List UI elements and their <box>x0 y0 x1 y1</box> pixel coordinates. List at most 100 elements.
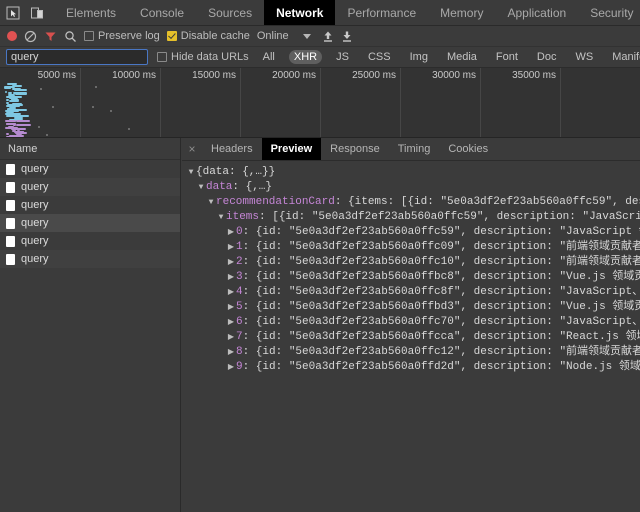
disclosure-collapsed-icon[interactable]: ▶ <box>226 345 236 360</box>
overview-request-bar <box>8 134 23 137</box>
overview-request-dot <box>128 128 130 130</box>
export-har-icon[interactable] <box>341 30 353 43</box>
preserve-log-box[interactable] <box>84 31 94 41</box>
close-icon[interactable]: × <box>182 138 202 160</box>
filter-type-media[interactable]: Media <box>442 50 482 64</box>
tab-performance[interactable]: Performance <box>335 0 428 25</box>
search-icon[interactable] <box>64 30 77 43</box>
json-tree-row[interactable]: ▶ 8: {id: "5e0a3df2ef23ab560a0ffc12", des… <box>182 345 640 360</box>
overview-gridline <box>160 68 161 137</box>
request-list-header[interactable]: Name <box>0 138 180 160</box>
overview-tick-label: 35000 ms <box>512 70 556 81</box>
tab-bar-icons <box>0 0 50 25</box>
overview-request-dot <box>95 86 97 88</box>
tab-console[interactable]: Console <box>128 0 196 25</box>
overview-request-bar <box>14 93 28 95</box>
overview-gridline <box>320 68 321 137</box>
preserve-log-checkbox[interactable]: Preserve log <box>84 30 160 42</box>
tab-preview[interactable]: Preview <box>261 138 322 160</box>
tab-headers[interactable]: Headers <box>202 138 262 160</box>
disclosure-collapsed-icon[interactable]: ▶ <box>226 285 236 300</box>
filter-type-doc[interactable]: Doc <box>532 50 562 64</box>
json-tree-text: 6: {id: "5e0a3df2ef23ab560a0ffc70", desc… <box>236 316 640 328</box>
overview-request-dot <box>40 88 42 90</box>
disable-cache-checkbox[interactable]: Disable cache <box>166 30 250 42</box>
disclosure-collapsed-icon[interactable]: ▶ <box>226 315 236 330</box>
filter-type-css[interactable]: CSS <box>363 50 396 64</box>
filter-type-manifest[interactable]: Manifest <box>607 50 640 64</box>
tab-timing[interactable]: Timing <box>389 138 440 160</box>
json-tree-row[interactable]: ▼ recommendationCard: {items: [{id: "5e0a… <box>182 195 640 210</box>
filter-type-xhr[interactable]: XHR <box>288 50 323 64</box>
json-preview-tree[interactable]: ▼ {data: {,…}} ▼ data: {,…} ▼ recommendationC… <box>182 161 640 512</box>
filter-type-all[interactable]: All <box>258 50 280 64</box>
disclosure-expanded-icon[interactable]: ▼ <box>196 180 206 195</box>
table-row[interactable]: query <box>0 232 180 250</box>
tab-security[interactable]: Security <box>578 0 640 25</box>
table-row[interactable]: query <box>0 250 180 268</box>
tab-response[interactable]: Response <box>321 138 389 160</box>
json-tree-row[interactable]: ▶ 3: {id: "5e0a3df2ef23ab560a0ffbc8", des… <box>182 270 640 285</box>
disclosure-collapsed-icon[interactable]: ▶ <box>226 330 236 345</box>
inspect-element-icon[interactable] <box>4 4 22 22</box>
tab-cookies[interactable]: Cookies <box>439 138 497 160</box>
record-icon[interactable] <box>7 31 17 41</box>
disclosure-expanded-icon[interactable]: ▼ <box>206 195 216 210</box>
json-tree-text: 8: {id: "5e0a3df2ef23ab560a0ffc12", desc… <box>236 346 640 358</box>
json-tree-row[interactable]: ▶ 4: {id: "5e0a3df2ef23ab560a0ffc8f", des… <box>182 285 640 300</box>
json-tree-row[interactable]: ▶ 0: {id: "5e0a3df2ef23ab560a0ffc59", des… <box>182 225 640 240</box>
json-tree-row[interactable]: ▶ 9: {id: "5e0a3df2ef23ab560a0ffd2d", des… <box>182 360 640 375</box>
disclosure-expanded-icon[interactable]: ▼ <box>216 210 226 225</box>
filter-input[interactable] <box>6 49 148 65</box>
table-row[interactable]: query <box>0 196 180 214</box>
disable-cache-box[interactable] <box>166 31 177 41</box>
disclosure-collapsed-icon[interactable]: ▶ <box>226 255 236 270</box>
overview-tick-label: 25000 ms <box>352 70 396 81</box>
clear-icon[interactable] <box>24 30 37 43</box>
tab-application[interactable]: Application <box>495 0 578 25</box>
filter-bar: Hide data URLs All XHR JS CSS Img Media … <box>0 47 640 68</box>
json-tree-row[interactable]: ▶ 1: {id: "5e0a3df2ef23ab560a0ffc09", des… <box>182 240 640 255</box>
disclosure-expanded-icon[interactable]: ▼ <box>186 165 196 180</box>
filter-type-js[interactable]: JS <box>331 50 354 64</box>
overview-tick-label: 15000 ms <box>192 70 236 81</box>
table-row[interactable]: query <box>0 178 180 196</box>
request-rows: query query query query query query <box>0 160 180 268</box>
hide-data-urls-checkbox[interactable]: Hide data URLs <box>157 51 249 63</box>
json-tree-row[interactable]: ▼ data: {,…} <box>182 180 640 195</box>
json-tree-row[interactable]: ▶ 2: {id: "5e0a3df2ef23ab560a0ffc10", des… <box>182 255 640 270</box>
disable-cache-label: Disable cache <box>180 30 250 42</box>
network-overview[interactable]: 5000 ms 10000 ms 15000 ms 20000 ms 25000 ms 3… <box>0 68 640 138</box>
overview-gridline <box>240 68 241 137</box>
disclosure-collapsed-icon[interactable]: ▶ <box>226 240 236 255</box>
tab-elements[interactable]: Elements <box>54 0 128 25</box>
document-icon <box>6 163 15 175</box>
tab-network[interactable]: Network <box>264 0 336 25</box>
filter-type-font[interactable]: Font <box>491 50 523 64</box>
disclosure-collapsed-icon[interactable]: ▶ <box>226 225 236 240</box>
tab-memory[interactable]: Memory <box>428 0 495 25</box>
filter-type-ws[interactable]: WS <box>570 50 598 64</box>
tab-sources[interactable]: Sources <box>196 0 264 25</box>
throttling-select[interactable]: Online <box>257 30 311 42</box>
json-tree-row[interactable]: ▶ 6: {id: "5e0a3df2ef23ab560a0ffc70", des… <box>182 315 640 330</box>
overview-gridlines: 5000 ms 10000 ms 15000 ms 20000 ms 25000 ms 3… <box>0 68 640 137</box>
disclosure-collapsed-icon[interactable]: ▶ <box>226 300 236 315</box>
disclosure-collapsed-icon[interactable]: ▶ <box>226 360 236 375</box>
json-tree-row[interactable]: ▼ items: [{id: "5e0a3df2ef23ab560a0ffc59"… <box>182 210 640 225</box>
import-har-icon[interactable] <box>322 30 334 43</box>
json-tree-text: 3: {id: "5e0a3df2ef23ab560a0ffbc8", desc… <box>236 271 640 283</box>
table-row[interactable]: query <box>0 160 180 178</box>
filter-type-img[interactable]: Img <box>405 50 433 64</box>
hide-data-urls-label: Hide data URLs <box>171 51 249 63</box>
json-tree-row[interactable]: ▼ {data: {,…}} <box>182 165 640 180</box>
json-tree-row[interactable]: ▶ 7: {id: "5e0a3df2ef23ab560a0ffcca", des… <box>182 330 640 345</box>
json-tree-text: 4: {id: "5e0a3df2ef23ab560a0ffc8f", desc… <box>236 286 640 298</box>
table-row[interactable]: query <box>0 214 180 232</box>
json-tree-row[interactable]: ▶ 5: {id: "5e0a3df2ef23ab560a0ffbd3", des… <box>182 300 640 315</box>
disclosure-collapsed-icon[interactable]: ▶ <box>226 270 236 285</box>
filter-icon[interactable] <box>44 30 57 43</box>
json-tree-text: recommendationCard: {items: [{id: "5e0a3… <box>216 196 640 208</box>
device-toolbar-icon[interactable] <box>28 4 46 22</box>
hide-data-urls-box[interactable] <box>157 52 167 62</box>
